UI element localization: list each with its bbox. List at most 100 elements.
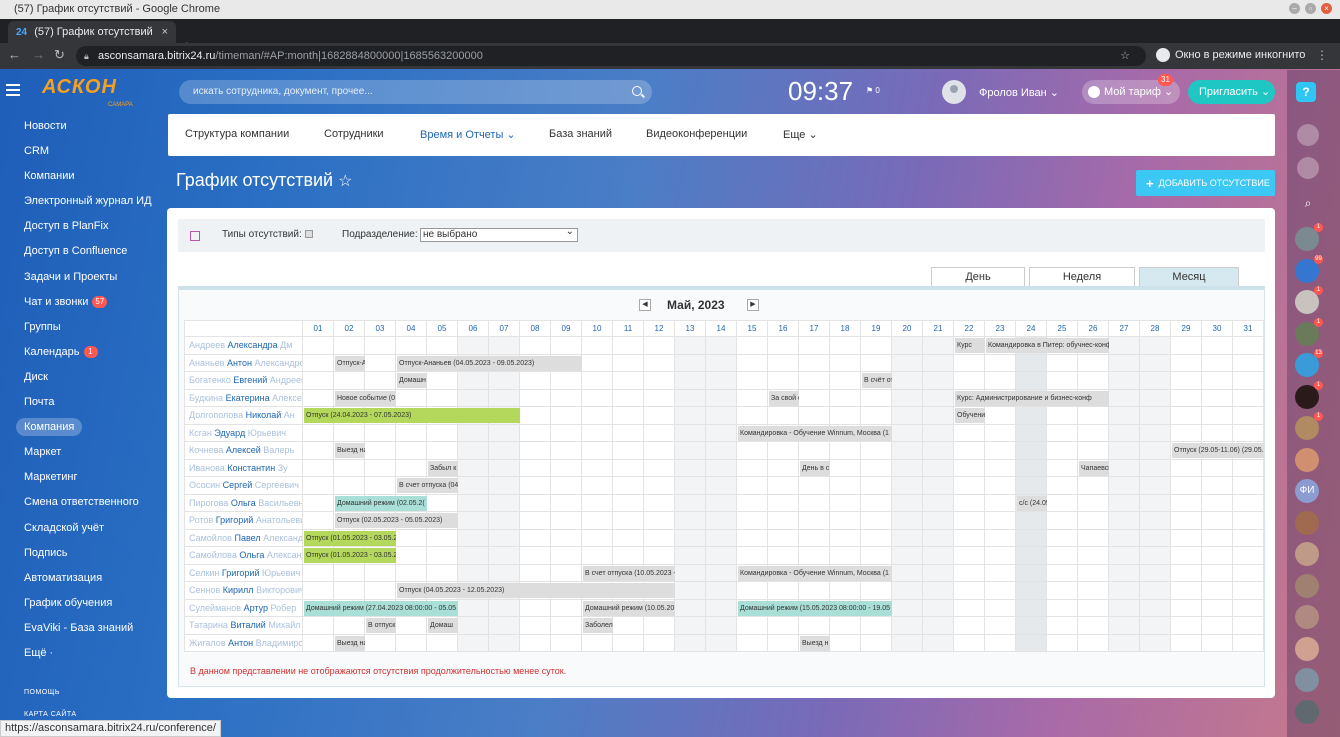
absence-event[interactable]: В счет отпуска (04 [397, 478, 458, 493]
sidebar-item[interactable]: Подпись [0, 541, 160, 566]
absence-event[interactable]: Отпуск (04.05.2023 - 12.05.2023) [397, 583, 675, 598]
absence-event[interactable]: Домашний режим (02.05.2( [335, 495, 427, 511]
bookmark-star-icon[interactable]: ☆ [1120, 46, 1130, 66]
search-icon[interactable] [632, 86, 642, 96]
day-column[interactable] [1078, 337, 1109, 652]
sidebar-item[interactable]: Компания [0, 415, 160, 440]
recent-chat-avatar[interactable]: 1 [1295, 223, 1323, 251]
top-nav-item[interactable]: Сотрудники [324, 128, 384, 140]
day-column[interactable] [1140, 337, 1171, 652]
absence-event[interactable]: Забыл к [428, 460, 458, 476]
help-icon[interactable]: ? [1296, 82, 1316, 102]
absence-event[interactable]: За свой с [769, 390, 799, 406]
absence-event[interactable]: Выезд на [335, 635, 365, 651]
sidebar-item[interactable]: Ещё · [0, 641, 160, 666]
calendar-icon[interactable] [190, 231, 200, 241]
day-column[interactable] [1233, 337, 1264, 652]
forward-icon[interactable]: → [32, 47, 45, 62]
recent-chat-avatar[interactable] [1295, 542, 1319, 566]
tab-day[interactable]: День [931, 267, 1025, 286]
absence-event[interactable]: Домашний режим (27.04.2023 08:00:00 - 05… [304, 600, 458, 616]
sidebar-item[interactable]: График обучения [0, 591, 160, 616]
recent-chat-avatar[interactable]: 99 [1295, 254, 1323, 283]
sidebar-item[interactable]: CRM [0, 139, 160, 164]
absence-event[interactable]: Выезд на [335, 443, 365, 458]
recent-chat-avatar[interactable]: 13 [1295, 349, 1323, 377]
employee-name[interactable]: Будкина Екатерина Алексеевна [184, 389, 303, 407]
absence-event[interactable]: Чапаевск [1079, 460, 1109, 476]
absence-event[interactable]: Отпуск (02.05.2023 - 05.05.2023) [335, 513, 458, 528]
absence-event[interactable]: Отпуск (24.04.2023 - 07.05.2023) [304, 408, 520, 423]
employee-name[interactable]: Жигалов Антон Владимирович [184, 634, 303, 652]
recent-chat-avatar[interactable]: 1 [1295, 380, 1323, 409]
help-link[interactable]: ПОМОЩЬ [24, 689, 60, 696]
chat-search-icon[interactable] [1297, 157, 1319, 179]
sidebar-item[interactable]: EvaViki - База знаний [0, 616, 160, 641]
recent-chat-avatar[interactable]: 1 [1295, 412, 1323, 440]
employee-name[interactable]: Долгополова Николай Ан [184, 407, 303, 425]
add-absence-button[interactable]: + ДОБАВИТЬ ОТСУТСТВИЕ [1136, 170, 1275, 196]
day-column[interactable] [675, 337, 706, 652]
absence-event[interactable]: Отпуск (29.05-11.06) (29.05. [1172, 443, 1264, 458]
user-menu[interactable]: Фролов Иван ⌄ [979, 86, 1059, 99]
sidebar-item[interactable]: Компании [0, 164, 160, 189]
absence-event[interactable]: Домашний режим (10.05.20 [583, 600, 675, 616]
absence-event[interactable]: Домаш [428, 618, 458, 633]
absence-event[interactable]: Выезд н [800, 635, 830, 651]
recent-chat-avatar[interactable] [1295, 699, 1319, 724]
sidebar-item[interactable]: Электронный журнал ИД [0, 189, 160, 214]
employee-name[interactable]: Ананьев Антон Александрович [184, 354, 303, 372]
sidebar-item[interactable]: Новости [0, 114, 160, 139]
day-column[interactable] [706, 337, 737, 652]
absence-event[interactable]: Новое событие (0 [335, 390, 396, 406]
top-nav-item[interactable]: Еще ⌄ [783, 128, 818, 141]
employee-name[interactable]: Кочнева Алексей Валерь [184, 442, 303, 460]
absence-event[interactable]: Командировка в Питер: обучнес-конф [986, 338, 1109, 353]
absence-event[interactable]: Курс [955, 338, 985, 353]
tariff-button[interactable]: Мой тариф ⌄ 31 [1082, 74, 1180, 104]
absence-event[interactable]: В счёт от [862, 373, 892, 388]
recent-chat-avatar[interactable]: 1 [1295, 286, 1323, 314]
company-logo[interactable]: АСКОН САМАРА [42, 76, 142, 108]
absence-types-filter[interactable]: Типы отсутствий: [222, 229, 313, 240]
browser-tab[interactable]: 24 (57) График отсутствий × [8, 21, 176, 43]
top-nav-item[interactable]: Структура компании [185, 128, 289, 140]
day-column[interactable] [1047, 337, 1078, 652]
absence-event[interactable]: Курс: Администрирование и бизнес-конф [955, 390, 1109, 406]
sidebar-item[interactable]: Автоматизация [0, 566, 160, 591]
reload-icon[interactable]: ↻ [54, 47, 65, 63]
employee-name[interactable]: Ососин Сергей Сергеевич [184, 477, 303, 495]
absence-event[interactable]: Обучение [955, 408, 985, 423]
day-column[interactable] [985, 337, 1016, 652]
flag-counter[interactable]: ⚑ 0 [866, 86, 880, 95]
sidebar-item[interactable]: Маркетинг [0, 465, 160, 490]
maximize-icon[interactable]: ▫ [1305, 3, 1316, 14]
tab-close-icon[interactable]: × [162, 21, 168, 43]
day-column[interactable] [1109, 337, 1140, 652]
division-select[interactable]: не выбрано [420, 226, 578, 242]
sidebar-item[interactable]: Смена ответственного [0, 490, 160, 515]
sidebar-item[interactable]: Маркет [0, 440, 160, 465]
favorite-star-icon[interactable]: ☆ [338, 173, 352, 190]
recent-chat-avatar[interactable] [1295, 510, 1319, 535]
day-column[interactable] [923, 337, 954, 652]
menu-burger-icon[interactable] [6, 84, 20, 96]
next-month-icon[interactable]: ▶ [747, 299, 759, 311]
day-column[interactable] [1202, 337, 1233, 652]
employee-name[interactable]: Богатенко Евгений Андреевич [184, 372, 303, 390]
clock[interactable]: 09:37 [788, 76, 853, 107]
day-column[interactable] [954, 337, 985, 652]
lock-icon[interactable]: 🔒︎ [84, 46, 89, 66]
sitemap-link[interactable]: КАРТА САЙТА [24, 711, 77, 718]
employee-name[interactable]: Татарина Виталий Михайл [184, 617, 303, 635]
day-column[interactable] [892, 337, 923, 652]
employee-name[interactable]: Самойлова Ольга Александровна [184, 547, 303, 565]
sidebar-item[interactable]: Складской учёт [0, 516, 160, 541]
employee-name[interactable]: Сеннов Кирилл Викторович [184, 582, 303, 600]
absence-event[interactable]: Командировка - Обучение Winnum, Москва (… [738, 565, 892, 581]
recent-chat-avatar[interactable] [1295, 447, 1319, 472]
absence-event[interactable]: Отпуск-А [335, 355, 365, 371]
employee-name[interactable]: Ксган Эдуард Юрьевич [184, 424, 303, 442]
recent-chat-avatar[interactable] [1295, 668, 1319, 692]
sidebar-item[interactable]: Группы [0, 315, 160, 340]
